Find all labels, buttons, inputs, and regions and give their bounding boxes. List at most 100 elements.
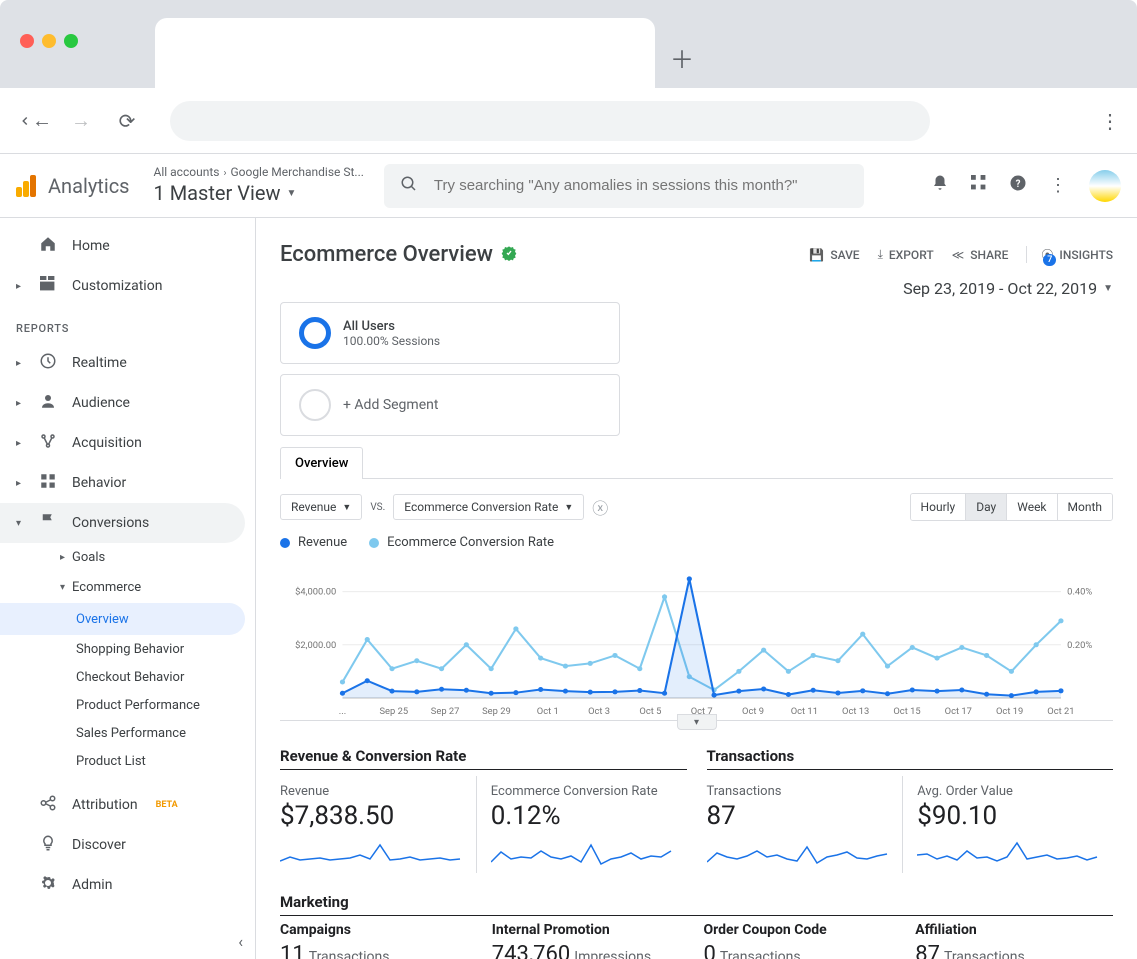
reports-heading: REPORTS bbox=[0, 306, 255, 343]
acquisition-icon bbox=[38, 432, 58, 454]
chart-handle[interactable]: ▾ bbox=[677, 714, 717, 730]
svg-text:Oct 21: Oct 21 bbox=[1047, 706, 1074, 717]
chart-legend: Revenue Ecommerce Conversion Rate bbox=[280, 535, 1113, 550]
back-button[interactable]: ← bbox=[18, 104, 52, 138]
account-breadcrumb: All accounts›Google Merchandise St... bbox=[154, 165, 364, 181]
nav-product-performance[interactable]: Product Performance bbox=[76, 691, 255, 719]
nav-shopping-behavior[interactable]: Shopping Behavior bbox=[76, 635, 255, 663]
save-button[interactable]: 💾SAVE bbox=[809, 248, 859, 262]
legend-ecr: Ecommerce Conversion Rate bbox=[369, 535, 554, 550]
reload-button[interactable]: ⟳ bbox=[110, 104, 144, 138]
add-segment-icon bbox=[299, 389, 331, 421]
sparkline-ecr bbox=[491, 837, 673, 867]
segment-sessions: 100.00% Sessions bbox=[343, 334, 440, 348]
nav-conversions[interactable]: ▾ Conversions bbox=[0, 503, 245, 543]
metric-aov: Avg. Order Value $90.10 bbox=[902, 776, 1113, 873]
window-close-button[interactable] bbox=[20, 34, 34, 48]
svg-text:Sep 29: Sep 29 bbox=[482, 706, 511, 717]
svg-text:Sep 25: Sep 25 bbox=[379, 706, 408, 717]
settings-menu-icon[interactable]: ⋮ bbox=[1049, 175, 1067, 196]
secondary-metric-dropdown[interactable]: Ecommerce Conversion Rate▼ bbox=[393, 494, 584, 520]
help-icon[interactable]: ? bbox=[1009, 174, 1027, 197]
browser-menu-button[interactable]: ⋮ bbox=[1095, 109, 1125, 133]
period-month[interactable]: Month bbox=[1058, 494, 1112, 520]
nav-ecommerce[interactable]: ▾Ecommerce bbox=[60, 573, 141, 601]
svg-text:Oct 13: Oct 13 bbox=[842, 706, 869, 717]
forward-button[interactable]: → bbox=[64, 104, 98, 138]
period-week[interactable]: Week bbox=[1007, 494, 1057, 520]
view-selector[interactable]: All accounts›Google Merchandise St... 1 … bbox=[154, 165, 364, 207]
behavior-icon bbox=[38, 472, 58, 494]
window-maximize-button[interactable] bbox=[64, 34, 78, 48]
search-input[interactable] bbox=[434, 177, 848, 194]
nav-audience[interactable]: ▸ Audience bbox=[0, 383, 255, 423]
period-day[interactable]: Day bbox=[966, 494, 1007, 520]
export-button[interactable]: ⤓EXPORT bbox=[878, 247, 934, 262]
window-controls bbox=[20, 34, 78, 48]
svg-text:Oct 3: Oct 3 bbox=[588, 706, 610, 717]
user-avatar[interactable] bbox=[1089, 170, 1121, 202]
nav-checkout-behavior[interactable]: Checkout Behavior bbox=[76, 663, 255, 691]
mkt-order-coupon: Order Coupon Code 0Transactions $0.00Rev… bbox=[690, 922, 902, 959]
share-button[interactable]: ≪SHARE bbox=[952, 248, 1009, 262]
nav-product-list[interactable]: Product List bbox=[76, 747, 255, 775]
nav-behavior[interactable]: ▸ Behavior bbox=[0, 463, 255, 503]
period-hourly[interactable]: Hourly bbox=[911, 494, 967, 520]
search-icon bbox=[400, 175, 418, 197]
insights-button[interactable]: ⦿INSIGHTS bbox=[1026, 246, 1113, 263]
beta-badge: BETA bbox=[156, 800, 178, 810]
svg-text:Oct 1: Oct 1 bbox=[537, 706, 559, 717]
gear-icon bbox=[38, 874, 58, 896]
nav-label: Behavior bbox=[72, 475, 126, 491]
main-chart: $2,000.000.20%$4,000.000.40%...Sep 25Sep… bbox=[280, 560, 1113, 721]
section-transactions: Transactions bbox=[707, 747, 1114, 770]
address-bar[interactable] bbox=[170, 101, 930, 141]
nav-label: Audience bbox=[72, 395, 130, 411]
nav-discover[interactable]: Discover bbox=[0, 825, 255, 865]
nav-ecommerce-overview[interactable]: Overview bbox=[0, 603, 245, 635]
section-revenue-conversion: Revenue & Conversion Rate bbox=[280, 747, 687, 770]
nav-realtime[interactable]: ▸ Realtime bbox=[0, 343, 255, 383]
share-icon: ≪ bbox=[952, 248, 965, 262]
mkt-internal-promotion: Internal Promotion 743,760Impressions bbox=[478, 922, 690, 959]
left-nav: Home ▸ Customization REPORTS ▸ Realtime … bbox=[0, 218, 256, 959]
user-icon bbox=[38, 392, 58, 414]
brand-name: Analytics bbox=[48, 174, 130, 198]
sparkline-tx bbox=[707, 837, 889, 867]
nav-sales-performance[interactable]: Sales Performance bbox=[76, 719, 255, 747]
date-range-selector[interactable]: Sep 23, 2019 - Oct 22, 2019▼ bbox=[280, 279, 1113, 298]
browser-tab-active[interactable] bbox=[155, 18, 655, 88]
svg-text:Oct 5: Oct 5 bbox=[639, 706, 661, 717]
new-tab-button[interactable]: ＋ bbox=[670, 40, 694, 75]
segment-all-users[interactable]: All Users 100.00% Sessions bbox=[280, 302, 620, 364]
mkt-campaigns: Campaigns 11Transactions $431.75Revenue bbox=[280, 922, 478, 959]
verified-icon bbox=[501, 245, 517, 265]
nav-admin[interactable]: Admin bbox=[0, 865, 255, 905]
add-segment-button[interactable]: + Add Segment bbox=[280, 374, 620, 436]
svg-text:Oct 11: Oct 11 bbox=[791, 706, 818, 717]
nav-attribution[interactable]: Attribution BETA bbox=[0, 785, 255, 825]
section-marketing: Marketing bbox=[280, 893, 1113, 916]
overview-tab[interactable]: Overview bbox=[280, 447, 363, 479]
nav-acquisition[interactable]: ▸ Acquisition bbox=[0, 423, 255, 463]
nav-customization[interactable]: ▸ Customization bbox=[0, 266, 255, 306]
nav-label: Admin bbox=[72, 877, 112, 893]
window-minimize-button[interactable] bbox=[42, 34, 56, 48]
svg-text:$4,000.00: $4,000.00 bbox=[295, 587, 336, 598]
main-content: Ecommerce Overview 💾SAVE ⤓EXPORT ≪SHARE … bbox=[256, 218, 1137, 959]
nav-label: Realtime bbox=[72, 355, 127, 371]
nav-home[interactable]: Home bbox=[0, 226, 255, 266]
primary-metric-dropdown[interactable]: Revenue▼ bbox=[280, 494, 362, 520]
metric-ecr: Ecommerce Conversion Rate 0.12% bbox=[476, 776, 687, 873]
browser-tab-strip: ＋ bbox=[0, 0, 1137, 88]
nav-goals[interactable]: ▸Goals bbox=[60, 543, 255, 571]
notifications-icon[interactable] bbox=[931, 174, 949, 197]
page-title: Ecommerce Overview bbox=[280, 242, 493, 267]
collapse-sidebar-button[interactable]: ‹ bbox=[238, 932, 243, 951]
search-bar[interactable] bbox=[384, 164, 864, 208]
svg-text:...: ... bbox=[339, 706, 346, 717]
clear-metric-button[interactable]: ⓧ bbox=[592, 495, 608, 519]
segment-name: All Users bbox=[343, 319, 440, 334]
apps-icon[interactable] bbox=[971, 175, 987, 196]
svg-text:Sep 27: Sep 27 bbox=[431, 706, 460, 717]
